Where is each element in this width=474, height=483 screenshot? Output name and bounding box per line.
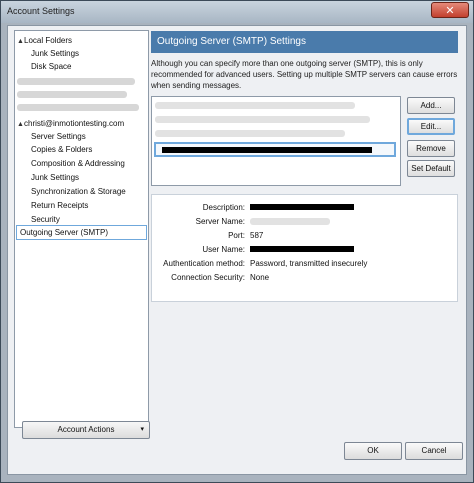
tree-item-server-settings[interactable]: Server Settings [31,130,86,143]
blurred-text [155,129,345,137]
account-tree[interactable]: ▲Local Folders Junk Settings Disk Space … [14,30,150,439]
blurred-text [17,91,127,99]
detail-row-auth: Authentication method: Password, transmi… [163,259,368,268]
blurred-text [250,218,330,225]
detail-row-connection-security: Connection Security: None [171,273,270,282]
dialog-client-area: ▲Local Folders Junk Settings Disk Space … [7,25,467,475]
list-item[interactable] [155,100,395,112]
tree-item-disk-space[interactable]: Disk Space [31,60,71,73]
account-actions-button[interactable]: Account Actions ▾ [22,421,150,439]
tree-item-local-folders[interactable]: ▲Local Folders [17,34,72,47]
dropdown-caret-icon: ▾ [140,426,144,433]
tree-item-composition[interactable]: Composition & Addressing [31,157,125,170]
tree-item-sync-storage[interactable]: Synchronization & Storage [31,185,126,198]
tree-item-junk-settings-2[interactable]: Junk Settings [31,171,79,184]
redaction-bar [250,246,354,252]
tree-item-return-receipts[interactable]: Return Receipts [31,199,88,212]
detail-row-port: Port: 587 [228,231,264,240]
smtp-description: Although you can specify more than one o… [151,59,458,90]
window-title: Account Settings [7,6,75,16]
page-title: Outgoing Server (SMTP) Settings [151,31,458,53]
remove-button[interactable]: Remove [407,140,455,157]
title-bar: Account Settings ✕ [1,1,473,23]
smtp-settings-pane: Outgoing Server (SMTP) Settings Although… [149,30,462,434]
collapse-icon[interactable]: ▲ [17,118,24,131]
close-button[interactable]: ✕ [431,2,469,18]
tree-item-blurred-account-2[interactable] [17,88,127,101]
list-item[interactable] [155,114,395,126]
server-details-panel: Description: Server Name: Port: 587 User… [151,194,458,302]
detail-row-user-name: User Name: [152,243,457,256]
tree-item-outgoing-server[interactable]: Outgoing Server (SMTP) [16,225,147,240]
list-item[interactable] [155,128,395,140]
tree-item-account[interactable]: ▲christi@inmotiontesting.com [17,117,124,130]
add-button[interactable]: Add... [407,97,455,114]
account-settings-window: Account Settings ✕ ▲Local Folders Junk S… [0,0,474,483]
tree-item-copies-folders[interactable]: Copies & Folders [31,143,92,156]
blurred-text [155,115,370,123]
set-default-button[interactable]: Set Default [407,160,455,177]
blurred-text [155,101,355,109]
tree-item-blurred-account-1[interactable] [17,75,135,88]
collapse-icon[interactable]: ▲ [17,35,24,48]
blurred-text [17,104,139,112]
redaction-bar [250,204,354,210]
edit-button[interactable]: Edit... [407,118,455,135]
blurred-text [17,78,135,86]
detail-row-description: Description: [152,201,457,214]
list-item-selected[interactable] [154,142,396,157]
smtp-server-list[interactable] [151,96,401,186]
detail-row-server-name: Server Name: [152,215,457,228]
tree-item-blurred-account-3[interactable] [17,101,139,114]
ok-button[interactable]: OK [344,442,402,460]
cancel-button[interactable]: Cancel [405,442,463,460]
tree-item-junk-settings[interactable]: Junk Settings [31,47,79,60]
redaction-bar [162,147,372,153]
